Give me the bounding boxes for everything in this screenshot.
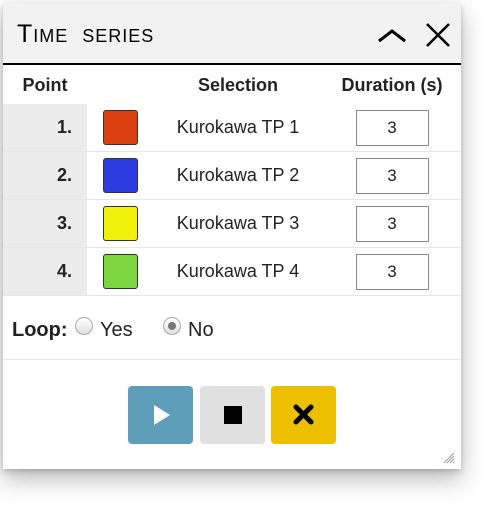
time-series-table: Point Selection Duration (s) 1. Kurokawa…	[3, 66, 461, 296]
time-series-panel: Time series Point Selection Duration (s)	[3, 3, 461, 469]
loop-yes-radio[interactable]	[75, 317, 93, 335]
close-icon	[293, 404, 314, 425]
play-icon	[154, 405, 170, 425]
point-index: 4.	[3, 247, 87, 296]
close-icon	[426, 23, 450, 47]
duration-input[interactable]	[355, 157, 429, 194]
chevron-up-icon	[378, 29, 406, 43]
point-index: 2.	[3, 151, 87, 200]
radio-selected-dot	[168, 322, 176, 330]
table-row: 1. Kurokawa TP 1	[3, 104, 461, 152]
collapse-button[interactable]	[374, 17, 410, 53]
resize-handle[interactable]	[443, 451, 455, 464]
clear-button[interactable]	[271, 386, 336, 444]
loop-yes-label[interactable]: Yes	[100, 319, 133, 342]
play-button[interactable]	[128, 386, 193, 444]
selection-name: Kurokawa TP 1	[153, 104, 323, 152]
resize-grip-icon	[443, 452, 455, 464]
selection-name: Kurokawa TP 4	[153, 247, 323, 296]
loop-label: Loop:	[12, 319, 68, 341]
color-swatch[interactable]	[102, 206, 138, 241]
color-swatch[interactable]	[102, 158, 138, 193]
header-point: Point	[22, 74, 68, 95]
selection-name: Kurokawa TP 2	[153, 151, 323, 200]
point-index: 1.	[3, 104, 87, 152]
panel-title: Time series	[17, 20, 155, 48]
table-row: 2. Kurokawa TP 2	[3, 151, 461, 200]
table-row: 3. Kurokawa TP 3	[3, 199, 461, 248]
table-row: 4. Kurokawa TP 4	[3, 247, 461, 296]
stop-button[interactable]	[200, 386, 265, 444]
table-header-row: Point Selection Duration (s)	[3, 66, 461, 104]
duration-input[interactable]	[355, 109, 429, 146]
color-swatch[interactable]	[102, 110, 138, 145]
duration-input[interactable]	[355, 253, 429, 290]
header-color	[87, 66, 153, 104]
color-swatch[interactable]	[102, 254, 138, 289]
close-button[interactable]	[420, 17, 456, 53]
header-duration: Duration (s)	[341, 74, 443, 95]
stop-icon	[224, 406, 242, 424]
point-index: 3.	[3, 199, 87, 248]
selection-name: Kurokawa TP 3	[153, 199, 323, 248]
loop-no-radio[interactable]	[163, 317, 181, 335]
duration-input[interactable]	[355, 205, 429, 242]
header-selection: Selection	[197, 74, 279, 95]
loop-no-label[interactable]: No	[188, 319, 214, 342]
title-bar[interactable]: Time series	[3, 3, 461, 65]
loop-row: Loop: Yes No	[3, 303, 461, 360]
